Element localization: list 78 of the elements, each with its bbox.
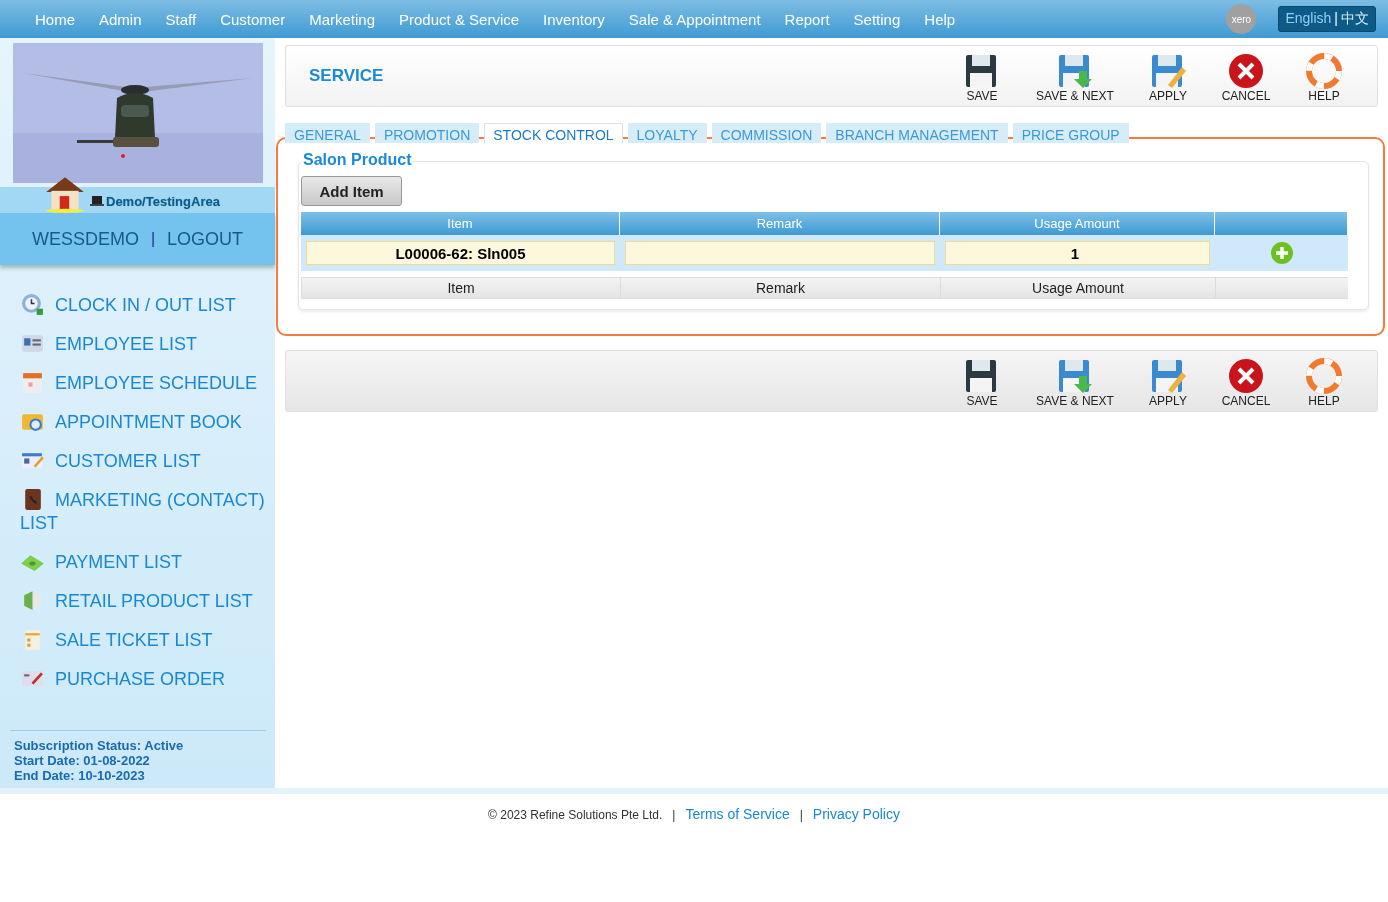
area-name: Demo/TestingArea [106, 194, 220, 209]
toolbar-button[interactable]: SAVE & NEXT [1021, 354, 1129, 408]
privacy-link[interactable]: Privacy Policy [812, 806, 900, 822]
nav-link[interactable]: Setting [841, 10, 913, 28]
subscription-info: Subscription Status: Active [14, 738, 185, 753]
terms-link[interactable]: Terms of Service [685, 806, 790, 822]
nav-link[interactable]: Product & Service [387, 10, 532, 28]
help-icon [1306, 53, 1342, 89]
language-link[interactable]: English [1285, 10, 1332, 28]
tab[interactable]: GENERAL [285, 123, 370, 143]
separator: | [672, 808, 676, 822]
clock-icon [20, 292, 45, 317]
nav-link[interactable]: Home [23, 10, 87, 28]
column-footer: Item [301, 277, 620, 299]
sidebar-menu-item[interactable]: MARKETING (CONTACT) LIST [20, 480, 275, 542]
column-header: Usage Amount [940, 212, 1215, 235]
separator: | [150, 230, 156, 248]
column-header: Item [301, 212, 620, 235]
tab[interactable]: LOYALTY [627, 123, 707, 143]
separator: | [799, 808, 803, 822]
separator: | [1334, 10, 1338, 28]
apply-icon [1150, 53, 1186, 89]
toolbar-button[interactable]: CANCEL [1207, 354, 1285, 408]
column-footer: Remark [620, 277, 940, 299]
usage-amount-field[interactable]: 1 [945, 241, 1210, 265]
toolbar-button[interactable]: APPLY [1129, 354, 1207, 408]
sidebar-menu-item[interactable]: RETAIL PRODUCT LIST [20, 581, 275, 620]
toolbar-button[interactable]: SAVE & NEXT [1021, 49, 1129, 103]
subscription-info: Start Date: 01-08-2022 [14, 753, 151, 768]
language-link[interactable]: 中文 [1341, 10, 1369, 28]
sidebar-menu-item[interactable]: EMPLOYEE LIST [20, 324, 275, 363]
toolbar-button[interactable]: SAVE [943, 49, 1021, 103]
save-next-icon [1057, 53, 1093, 89]
logout-link[interactable]: LOGOUT [167, 228, 244, 250]
nav-link[interactable]: Sale & Appointment [616, 10, 773, 28]
nav-link[interactable]: Customer [208, 10, 298, 28]
save-next-icon [1057, 358, 1093, 394]
help-icon [1306, 358, 1342, 394]
sidebar-menu-item[interactable]: PAYMENT LIST [20, 542, 275, 581]
subscription-info: End Date: 10-10-2023 [14, 768, 146, 783]
apply-icon [1150, 358, 1186, 394]
nav-link[interactable]: Inventory [531, 10, 617, 28]
page-title: SERVICE [309, 66, 384, 86]
add-item-button[interactable]: Add Item [301, 176, 402, 206]
toolbar-button[interactable]: SAVE [943, 354, 1021, 408]
tab[interactable]: COMMISSION [711, 123, 822, 143]
tab[interactable]: PROMOTION [374, 123, 480, 143]
laptop-icon [90, 195, 104, 207]
cancel-icon [1228, 358, 1264, 394]
nav-link[interactable]: Report [772, 10, 842, 28]
tab[interactable]: PRICE GROUP [1012, 123, 1129, 143]
add-icon[interactable] [1269, 241, 1294, 265]
calendar-icon [20, 370, 45, 395]
toolbar-button[interactable]: HELP [1285, 354, 1363, 408]
nav-link[interactable]: Staff [153, 10, 209, 28]
tab[interactable]: BRANCH MANAGEMENT [826, 123, 1008, 143]
sidebar-menu-item[interactable]: EMPLOYEE SCHEDULE [20, 363, 275, 402]
remark-field[interactable] [625, 241, 935, 265]
house-icon [44, 175, 86, 213]
sidebar-menu-item[interactable]: SALE TICKET LIST [20, 620, 275, 659]
cancel-icon [1228, 53, 1264, 89]
sidebar-menu-item[interactable]: PURCHASE ORDER [20, 659, 275, 698]
xero-badge[interactable]: xero [1226, 4, 1257, 34]
sidebar-menu-item[interactable]: CLOCK IN / OUT LIST [20, 285, 275, 324]
column-header: Remark [620, 212, 940, 235]
toolbar-button[interactable]: CANCEL [1207, 49, 1285, 103]
toolbar-button[interactable]: APPLY [1129, 49, 1207, 103]
toolbar-button[interactable]: HELP [1285, 49, 1363, 103]
item-field[interactable]: L00006-62: Sln005 [306, 241, 615, 265]
nav-link[interactable]: Help [912, 10, 968, 28]
nav-link[interactable]: Admin [87, 10, 154, 28]
sidebar-menu-item[interactable]: CUSTOMER LIST [20, 441, 275, 480]
column-footer: Usage Amount [940, 277, 1215, 299]
nav-link[interactable]: Marketing [297, 10, 388, 28]
tab[interactable]: STOCK CONTROL [484, 123, 623, 143]
sidebar-menu-item[interactable]: APPOINTMENT BOOK [20, 402, 275, 441]
username-link[interactable]: WESSDEMO [31, 228, 139, 250]
copyright-text: © 2023 Refine Solutions Pte Ltd. [488, 808, 663, 822]
